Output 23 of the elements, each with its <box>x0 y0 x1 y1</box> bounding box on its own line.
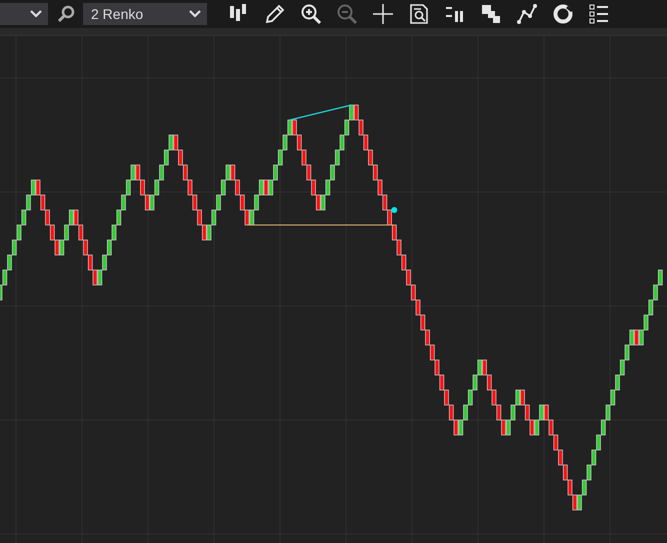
zoom-in-button[interactable] <box>299 2 323 26</box>
pencil-icon <box>264 3 286 25</box>
crosshair-icon <box>372 3 394 25</box>
chevron-down-icon <box>30 10 42 18</box>
report-icon <box>408 3 430 25</box>
stacked-squares-button[interactable] <box>479 2 503 26</box>
ring-icon <box>552 3 574 25</box>
list-icon <box>588 3 610 25</box>
zoom-in-icon <box>300 3 322 25</box>
crosshair-button[interactable] <box>371 2 395 26</box>
search-icon <box>57 5 75 23</box>
report-button[interactable] <box>407 2 431 26</box>
list-button[interactable] <box>587 2 611 26</box>
zoom-out-icon <box>336 3 358 25</box>
stacked-squares-icon <box>480 3 502 25</box>
chevron-down-icon <box>189 10 201 18</box>
chart-type-dropdown[interactable]: 2 Renko <box>83 3 207 25</box>
ring-button[interactable] <box>551 2 575 26</box>
node-graph-icon <box>516 3 538 25</box>
search-button[interactable] <box>55 3 77 25</box>
symbol-dropdown[interactable] <box>0 3 48 25</box>
node-graph-button[interactable] <box>515 2 539 26</box>
pencil-button[interactable] <box>263 2 287 26</box>
